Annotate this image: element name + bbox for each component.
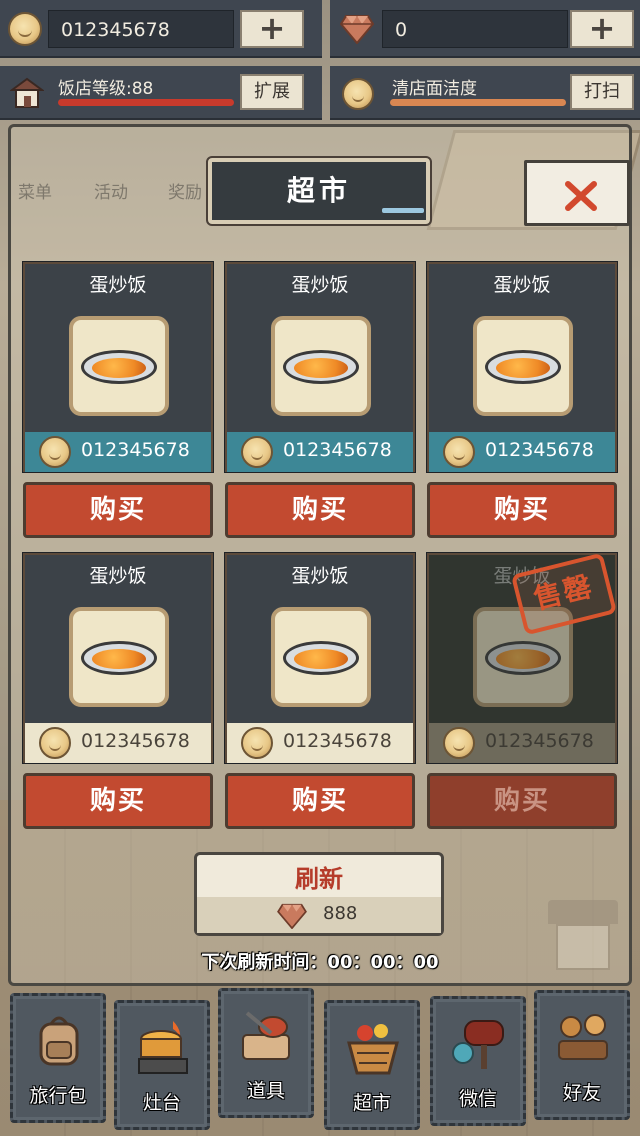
restaurant-house-icon — [10, 77, 44, 108]
fried-rice-icon — [283, 641, 359, 675]
close-icon — [565, 181, 597, 211]
item-card-body: 蛋炒饭 012345678 — [22, 552, 214, 764]
gem-amount: 0 — [382, 10, 568, 48]
item-price-value: 012345678 — [485, 730, 594, 752]
next-refresh-timer: 下次刷新时间：00：00：00 — [201, 952, 439, 973]
market-title: 超市 — [206, 156, 432, 226]
buy-button[interactable]: 购买 — [225, 482, 415, 538]
item-name: 蛋炒饭 — [493, 274, 551, 296]
cleanliness-coin-icon — [342, 78, 374, 110]
cleanliness-label: 清店面洁度 — [392, 79, 477, 99]
buy-button-disabled: 购买 — [427, 773, 617, 829]
cleanliness-bar: 清店面洁度 打扫 — [330, 66, 640, 120]
item-name: 蛋炒饭 — [89, 565, 147, 587]
nav-tools[interactable]: 道具 — [218, 988, 314, 1118]
item-card-body: 蛋炒饭 012345678 售罄 — [426, 552, 618, 764]
nav-travel-bag[interactable]: 旅行包 — [10, 993, 106, 1123]
item-price: 012345678 — [429, 723, 615, 763]
item-price: 012345678 — [429, 432, 615, 472]
fried-rice-icon — [81, 350, 157, 384]
restaurant-level-bar: 饭店等级:88 扩展 — [0, 66, 322, 120]
coin-counter: 012345678 + — [0, 0, 322, 58]
coin-icon — [8, 12, 42, 46]
clean-button[interactable]: 打扫 — [570, 74, 634, 110]
item-name: 蛋炒饭 — [291, 565, 349, 587]
refresh-cost: 888 — [197, 897, 441, 933]
nav-stove[interactable]: 灶台 — [114, 1000, 210, 1130]
item-price: 012345678 — [25, 432, 211, 472]
nav-label: 旅行包 — [29, 1085, 87, 1107]
fried-rice-icon — [485, 641, 561, 675]
item-card-body: 蛋炒饭 012345678 — [224, 261, 416, 473]
coin-icon — [39, 727, 71, 759]
gem-counter: 0 + — [330, 0, 640, 58]
fried-rice-icon — [283, 350, 359, 384]
buy-button[interactable]: 购买 — [23, 773, 213, 829]
item-price-value: 012345678 — [283, 730, 392, 752]
restaurant-level-progress — [58, 99, 234, 106]
market-basket-icon — [347, 1024, 399, 1075]
item-image — [271, 607, 371, 707]
item-image — [69, 607, 169, 707]
refresh-label: 刷新 — [295, 865, 343, 893]
item-price-value: 012345678 — [81, 439, 190, 461]
item-image — [271, 316, 371, 416]
coin-icon — [241, 727, 273, 759]
fried-rice-icon — [81, 641, 157, 675]
fried-rice-icon — [485, 350, 561, 384]
nav-label: 好友 — [562, 1082, 601, 1104]
buy-button[interactable]: 购买 — [427, 482, 617, 538]
nav-label: 微信 — [458, 1088, 497, 1110]
buy-button[interactable]: 购买 — [225, 773, 415, 829]
item-image — [69, 316, 169, 416]
item-card-body: 蛋炒饭 012345678 — [224, 552, 416, 764]
side-nav-reward: 奖励 — [168, 183, 202, 203]
market-title-text: 超市 — [286, 174, 351, 207]
restaurant-level-label: 饭店等级:88 — [58, 79, 154, 99]
coin-icon — [443, 436, 475, 468]
item-card-body: 蛋炒饭 012345678 — [426, 261, 618, 473]
cleanliness-progress — [390, 99, 566, 106]
nav-market[interactable]: 超市 — [324, 1000, 420, 1130]
nav-label: 超市 — [352, 1092, 391, 1114]
expand-button[interactable]: 扩展 — [240, 74, 304, 110]
nav-label: 灶台 — [142, 1092, 181, 1114]
refresh-button[interactable]: 刷新 888 — [194, 852, 444, 936]
coin-icon — [443, 727, 475, 759]
item-price: 012345678 — [227, 723, 413, 763]
gem-icon — [340, 15, 374, 44]
item-price: 012345678 — [25, 723, 211, 763]
item-card-body: 蛋炒饭 012345678 — [22, 261, 214, 473]
item-price: 012345678 — [227, 432, 413, 472]
side-nav-menu: 菜单 — [18, 183, 52, 203]
mailbox-icon — [452, 1020, 504, 1069]
coin-icon — [241, 436, 273, 468]
item-name: 蛋炒饭 — [291, 274, 349, 296]
item-name: 蛋炒饭 — [89, 274, 147, 296]
nav-wechat[interactable]: 微信 — [430, 996, 526, 1126]
side-nav-activity: 活动 — [94, 183, 128, 203]
friends-icon — [558, 1014, 608, 1060]
tools-icon — [242, 1011, 290, 1060]
add-gems-button[interactable]: + — [570, 10, 634, 48]
gem-icon — [277, 903, 307, 929]
coin-amount: 012345678 — [48, 10, 234, 48]
item-price-value: 012345678 — [283, 439, 392, 461]
item-price-value: 012345678 — [485, 439, 594, 461]
refresh-cost-value: 888 — [323, 903, 358, 924]
backpack-icon — [39, 1016, 79, 1066]
close-button[interactable] — [524, 160, 630, 226]
chalk-icon — [382, 208, 424, 213]
stove-icon — [138, 1021, 188, 1074]
nav-friends[interactable]: 好友 — [534, 990, 630, 1120]
buy-button[interactable]: 购买 — [23, 482, 213, 538]
item-image — [473, 316, 573, 416]
item-price-value: 012345678 — [81, 730, 190, 752]
coin-icon — [39, 436, 71, 468]
add-coins-button[interactable]: + — [240, 10, 304, 48]
nav-label: 道具 — [246, 1080, 285, 1102]
